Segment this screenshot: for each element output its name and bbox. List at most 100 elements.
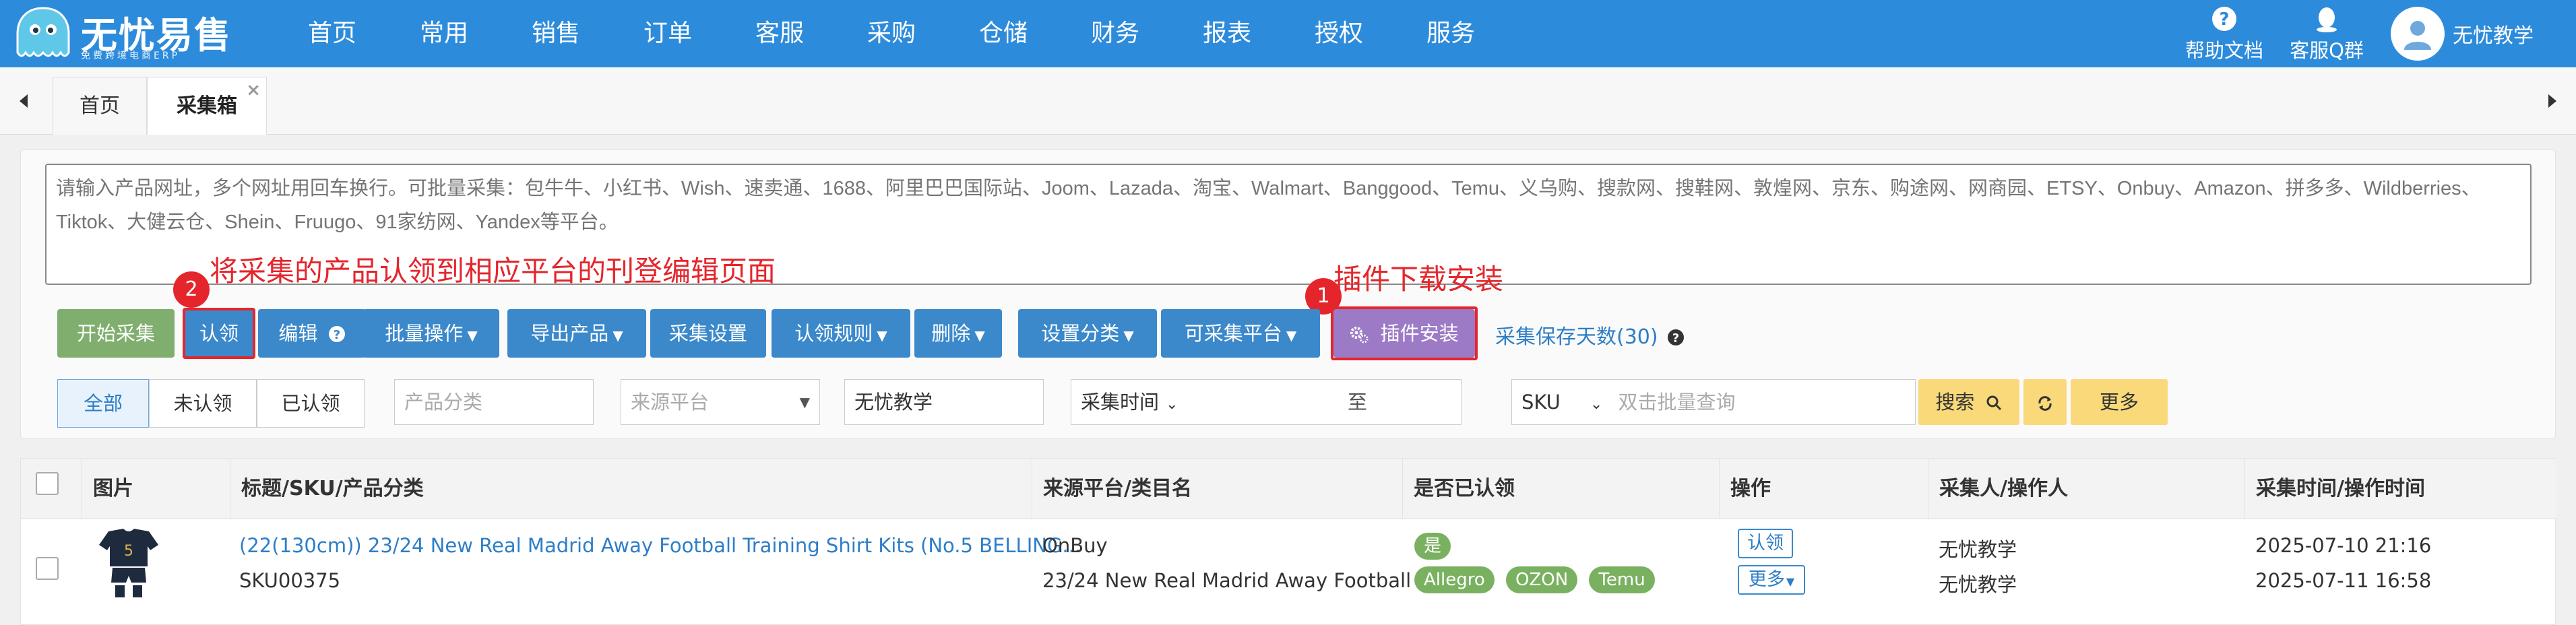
- row-more-label: 更多: [1748, 569, 1785, 590]
- select-all-checkbox[interactable]: [36, 472, 59, 495]
- collect-settings-button[interactable]: 采集设置: [650, 309, 766, 358]
- search-label: 搜索: [1935, 391, 1975, 414]
- qq-penguin-icon: [2317, 7, 2337, 32]
- top-nav: 无忧易售 免费跨境电商ERP 首页 常用 销售 订单 客服 采购 仓储 财务 报…: [0, 0, 2576, 67]
- product-category-input[interactable]: 产品分类: [394, 379, 594, 425]
- claim-status-tabs: 全部 未认领 已认领: [57, 379, 365, 428]
- caret-down-icon: ▼: [1786, 575, 1795, 588]
- svg-text:?: ?: [333, 328, 340, 342]
- claim-rules-dropdown[interactable]: 认领规则 ▼: [772, 309, 910, 358]
- tab-collect-box-label: 采集箱: [177, 94, 237, 118]
- sku-batch-query-placeholder: 双击批量查询: [1618, 391, 1736, 414]
- menu-home[interactable]: 首页: [276, 0, 388, 67]
- start-collect-button[interactable]: 开始采集: [57, 309, 175, 358]
- caret-left-icon: [20, 94, 28, 108]
- menu-services[interactable]: 服务: [1395, 0, 1507, 67]
- menu-service[interactable]: 客服: [724, 0, 836, 67]
- set-category-dropdown[interactable]: 设置分类 ▼: [1018, 309, 1157, 358]
- table-header: 图片 标题/SKU/产品分类 来源平台/类目名 是否已认领 操作 采集人/操作人…: [21, 459, 2556, 519]
- menu-warehouse[interactable]: 仓储: [947, 0, 1059, 67]
- delete-dropdown[interactable]: 删除 ▼: [914, 309, 1002, 358]
- menu-sales[interactable]: 销售: [500, 0, 612, 67]
- save-days-label: 采集保存天数(30): [1495, 325, 1658, 349]
- svg-text:?: ?: [1672, 331, 1679, 346]
- source-platform-select[interactable]: 来源平台 ▼: [621, 379, 820, 425]
- menu-orders[interactable]: 订单: [612, 0, 724, 67]
- search-button[interactable]: 搜索: [1918, 379, 2019, 425]
- batch-operations-dropdown[interactable]: 批量操作 ▼: [363, 309, 499, 358]
- brand-logo[interactable]: 无忧易售 免费跨境电商ERP: [12, 4, 241, 63]
- brand-subtitle: 免费跨境电商ERP: [81, 51, 181, 61]
- chevron-down-icon: ▼: [612, 327, 623, 343]
- menu-authorize[interactable]: 授权: [1283, 0, 1395, 67]
- status-claimed-tab[interactable]: 已认领: [257, 379, 365, 428]
- claimed-platforms: Allegro OZON Temu: [1414, 566, 1660, 593]
- main-menu: 首页 常用 销售 订单 客服 采购 仓储 财务 报表 授权 服务: [276, 0, 1507, 67]
- status-unclaimed-tab[interactable]: 未认领: [149, 379, 257, 428]
- platform-badge-temu: Temu: [1589, 566, 1655, 593]
- collect-time-range[interactable]: 采集时间 ⌄ 至: [1071, 379, 1462, 425]
- claim-highlight: [183, 308, 255, 359]
- edit-label: 编辑: [278, 322, 318, 345]
- row-claim-button[interactable]: 认领: [1738, 529, 1793, 558]
- row-checkbox[interactable]: [36, 557, 59, 580]
- menu-finance[interactable]: 财务: [1059, 0, 1171, 67]
- avatar: [2391, 7, 2445, 61]
- collected-products-table: 图片 标题/SKU/产品分类 来源平台/类目名 是否已认领 操作 采集人/操作人…: [20, 458, 2556, 625]
- collect-panel: 将采集的产品认领到相应平台的刊登编辑页面 插件下载安装 2 1 开始采集 认领 …: [20, 150, 2556, 439]
- menu-reports[interactable]: 报表: [1171, 0, 1283, 67]
- sku-search-field[interactable]: SKU ⌄ 双击批量查询: [1511, 379, 1916, 425]
- help-docs-link[interactable]: ? 帮助文档: [2174, 5, 2275, 62]
- menu-purchase[interactable]: 采购: [836, 0, 947, 67]
- username: 无忧教学: [2453, 24, 2534, 48]
- step-2-badge: 2: [173, 271, 210, 308]
- save-days-link[interactable]: 采集保存天数(30) ?: [1495, 320, 1685, 350]
- status-all-tab[interactable]: 全部: [57, 379, 149, 428]
- user-icon: [2404, 21, 2431, 50]
- platform-badge-ozon: OZON: [1505, 566, 1578, 593]
- svg-text:?: ?: [2219, 9, 2229, 30]
- svg-text:5: 5: [124, 543, 133, 560]
- operator-name: 无忧教学: [1939, 573, 2017, 596]
- date-range-to: 至: [1348, 391, 1368, 414]
- menu-common[interactable]: 常用: [388, 0, 500, 67]
- tab-scroll-right[interactable]: [2529, 67, 2576, 135]
- platform-badge-allegro: Allegro: [1414, 566, 1495, 593]
- claim-annotation: 将采集的产品认领到相应平台的刊登编辑页面: [210, 255, 776, 288]
- export-products-dropdown[interactable]: 导出产品 ▼: [507, 309, 646, 358]
- tab-collect-box[interactable]: 采集箱 ×: [147, 77, 267, 135]
- help-docs-label: 帮助文档: [2185, 39, 2263, 62]
- chevron-down-icon: ⌄: [1166, 396, 1179, 413]
- refresh-button[interactable]: [2023, 379, 2067, 425]
- tab-scroll-left[interactable]: [0, 67, 47, 135]
- time-type-select[interactable]: 采集时间: [1081, 391, 1159, 414]
- qq-group-label: 客服Q群: [2290, 39, 2364, 62]
- product-sku: SKU00375: [239, 569, 341, 592]
- tab-bar: 首页 采集箱 ×: [0, 67, 2576, 135]
- tab-home[interactable]: 首页: [53, 77, 147, 135]
- category-label: 设置分类: [1041, 322, 1120, 345]
- collectable-platforms-dropdown[interactable]: 可采集平台 ▼: [1161, 309, 1320, 358]
- user-menu[interactable]: 无忧教学: [2391, 5, 2534, 62]
- chevron-down-icon: ▼: [1286, 327, 1297, 343]
- col-time: 采集时间/操作时间: [2244, 459, 2556, 519]
- qq-group-link[interactable]: 客服Q群: [2276, 5, 2377, 62]
- row-more-dropdown[interactable]: 更多 ▼: [1738, 565, 1805, 595]
- claimed-status-cell: 是: [1414, 533, 1456, 560]
- close-icon[interactable]: ×: [246, 61, 261, 119]
- col-source-platform: 来源平台/类目名: [1032, 459, 1409, 519]
- collector-input[interactable]: 无忧教学: [844, 379, 1044, 425]
- chevron-down-icon: ▼: [877, 327, 887, 343]
- rules-label: 认领规则: [794, 322, 873, 345]
- product-title-link[interactable]: (22(130cm)) 23/24 New Real Madrid Away F…: [239, 534, 1081, 557]
- more-filters-button[interactable]: 更多: [2071, 379, 2168, 425]
- sku-type-select[interactable]: SKU: [1521, 391, 1561, 414]
- platforms-label: 可采集平台: [1184, 322, 1282, 345]
- chevron-down-icon: ▼: [1123, 327, 1134, 343]
- source-category: 23/24 New Real Madrid Away Football ...: [1042, 569, 1437, 592]
- col-claimed: 是否已认领: [1402, 459, 1726, 519]
- product-thumbnail[interactable]: 5: [88, 526, 169, 600]
- chevron-down-icon: ▼: [974, 327, 985, 343]
- delete-label: 删除: [931, 322, 971, 345]
- edit-button[interactable]: 编辑 ?: [258, 309, 366, 358]
